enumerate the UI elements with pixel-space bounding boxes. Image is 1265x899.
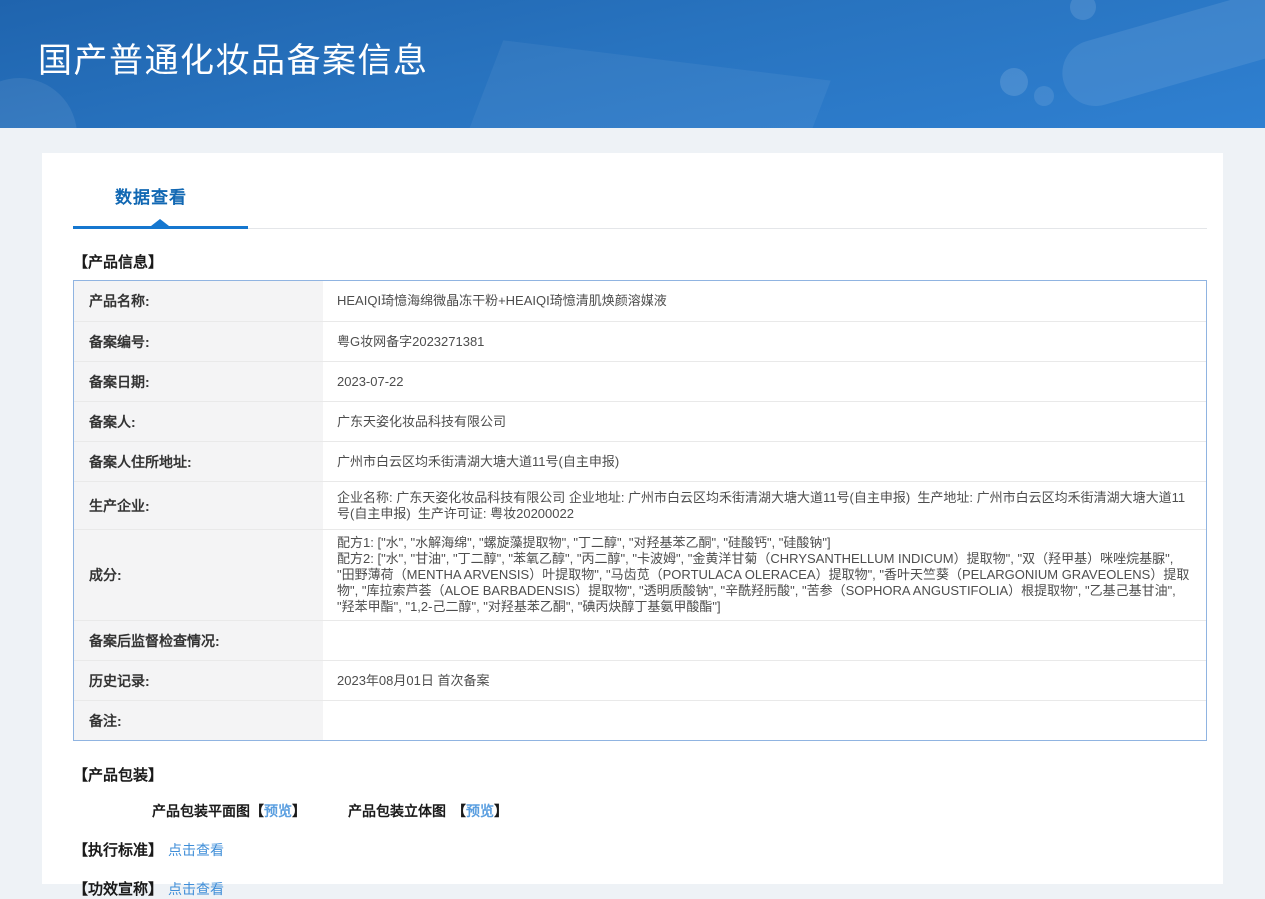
packaging-flat-image-preview-link[interactable]: 预览 bbox=[264, 803, 292, 819]
row-label: 产品名称: bbox=[74, 281, 323, 321]
bracket: 】 bbox=[292, 803, 306, 819]
section-title-packaging: 【产品包装】 bbox=[73, 764, 1207, 785]
packaging-stereo-image-label: 产品包装立体图 bbox=[348, 803, 446, 819]
packaging-stereo-image-item: 产品包装立体图【预览】 bbox=[348, 801, 508, 821]
row-label: 备案人住所地址: bbox=[74, 442, 323, 481]
table-row-history: 历史记录: 2023年08月01日 首次备案 bbox=[74, 660, 1206, 700]
row-value: 2023年08月01日 首次备案 bbox=[337, 673, 489, 689]
table-row-manufacturer: 生产企业: 企业名称: 广东天姿化妆品科技有限公司 企业地址: 广州市白云区均禾… bbox=[74, 481, 1206, 529]
page-title: 国产普通化妆品备案信息 bbox=[38, 33, 429, 82]
row-label: 生产企业: bbox=[74, 482, 323, 529]
product-info-table: 产品名称: HEAIQI琦憶海绵微晶冻干粉+HEAIQI琦憶清肌焕颜溶媒液 备案… bbox=[73, 280, 1207, 741]
bracket: 【 bbox=[452, 803, 466, 819]
row-label: 备案后监督检查情况: bbox=[74, 621, 323, 660]
table-row-remarks: 备注: bbox=[74, 700, 1206, 740]
table-row-filer: 备案人: 广东天姿化妆品科技有限公司 bbox=[74, 401, 1206, 441]
bracket: 】 bbox=[494, 803, 508, 819]
row-value: HEAIQI琦憶海绵微晶冻干粉+HEAIQI琦憶清肌焕颜溶媒液 bbox=[337, 293, 667, 309]
table-row-supervision-check: 备案后监督检查情况: bbox=[74, 620, 1206, 660]
row-label: 备案编号: bbox=[74, 322, 323, 361]
tab-bar: 数据查看 bbox=[115, 183, 1207, 208]
packaging-links-row: 产品包装平面图【预览】产品包装立体图【预览】 bbox=[73, 801, 1207, 821]
row-label: 备案日期: bbox=[74, 362, 323, 401]
header-decoration-circle bbox=[1034, 86, 1054, 106]
row-label: 历史记录: bbox=[74, 661, 323, 700]
section-title-product-info: 【产品信息】 bbox=[73, 251, 1207, 272]
tab-active-indicator bbox=[73, 226, 248, 229]
header-decoration-circle bbox=[1070, 0, 1096, 20]
header-decoration-polygon bbox=[455, 40, 831, 128]
efficacy-claim-view-link[interactable]: 点击查看 bbox=[168, 881, 224, 897]
bracket: 【 bbox=[250, 803, 264, 819]
content-card: 数据查看 【产品信息】 产品名称: HEAIQI琦憶海绵微晶冻干粉+HEAIQI… bbox=[42, 153, 1223, 884]
row-value: 企业名称: 广东天姿化妆品科技有限公司 企业地址: 广州市白云区均禾街清湖大塘大… bbox=[337, 490, 1192, 522]
table-row-filer-address: 备案人住所地址: 广州市白云区均禾街清湖大塘大道11号(自主申报) bbox=[74, 441, 1206, 481]
row-value: 广东天姿化妆品科技有限公司 bbox=[337, 414, 506, 430]
tab-data-view[interactable]: 数据查看 bbox=[115, 183, 187, 208]
tab-underline bbox=[73, 226, 1207, 229]
table-row-product-name: 产品名称: HEAIQI琦憶海绵微晶冻干粉+HEAIQI琦憶清肌焕颜溶媒液 bbox=[74, 281, 1206, 321]
row-label: 备案人: bbox=[74, 402, 323, 441]
section-title-execution-standard: 【执行标准】 bbox=[73, 839, 163, 860]
row-label: 备注: bbox=[74, 701, 323, 740]
packaging-flat-image-label: 产品包装平面图 bbox=[152, 803, 250, 819]
execution-standard-row: 【执行标准】点击查看 bbox=[73, 839, 1207, 860]
packaging-flat-image-item: 产品包装平面图【预览】 bbox=[152, 801, 306, 821]
row-label: 成分: bbox=[74, 530, 323, 620]
page-header-banner: 国产普通化妆品备案信息 bbox=[0, 0, 1265, 128]
packaging-stereo-image-preview-link[interactable]: 预览 bbox=[466, 803, 494, 819]
row-value: 2023-07-22 bbox=[337, 374, 404, 390]
row-value: 粤G妆网备字2023271381 bbox=[337, 334, 484, 350]
header-decoration-circle-large bbox=[0, 78, 77, 128]
table-row-filing-number: 备案编号: 粤G妆网备字2023271381 bbox=[74, 321, 1206, 361]
table-row-filing-date: 备案日期: 2023-07-22 bbox=[74, 361, 1206, 401]
row-value: 配方1: ["水", "水解海绵", "螺旋藻提取物", "丁二醇", "对羟基… bbox=[337, 535, 1192, 615]
header-decoration-circle bbox=[1000, 68, 1028, 96]
table-row-ingredients: 成分: 配方1: ["水", "水解海绵", "螺旋藻提取物", "丁二醇", … bbox=[74, 529, 1206, 620]
tab-active-arrow-icon bbox=[151, 219, 169, 226]
execution-standard-view-link[interactable]: 点击查看 bbox=[168, 842, 224, 858]
row-value: 广州市白云区均禾街清湖大塘大道11号(自主申报) bbox=[337, 454, 619, 470]
